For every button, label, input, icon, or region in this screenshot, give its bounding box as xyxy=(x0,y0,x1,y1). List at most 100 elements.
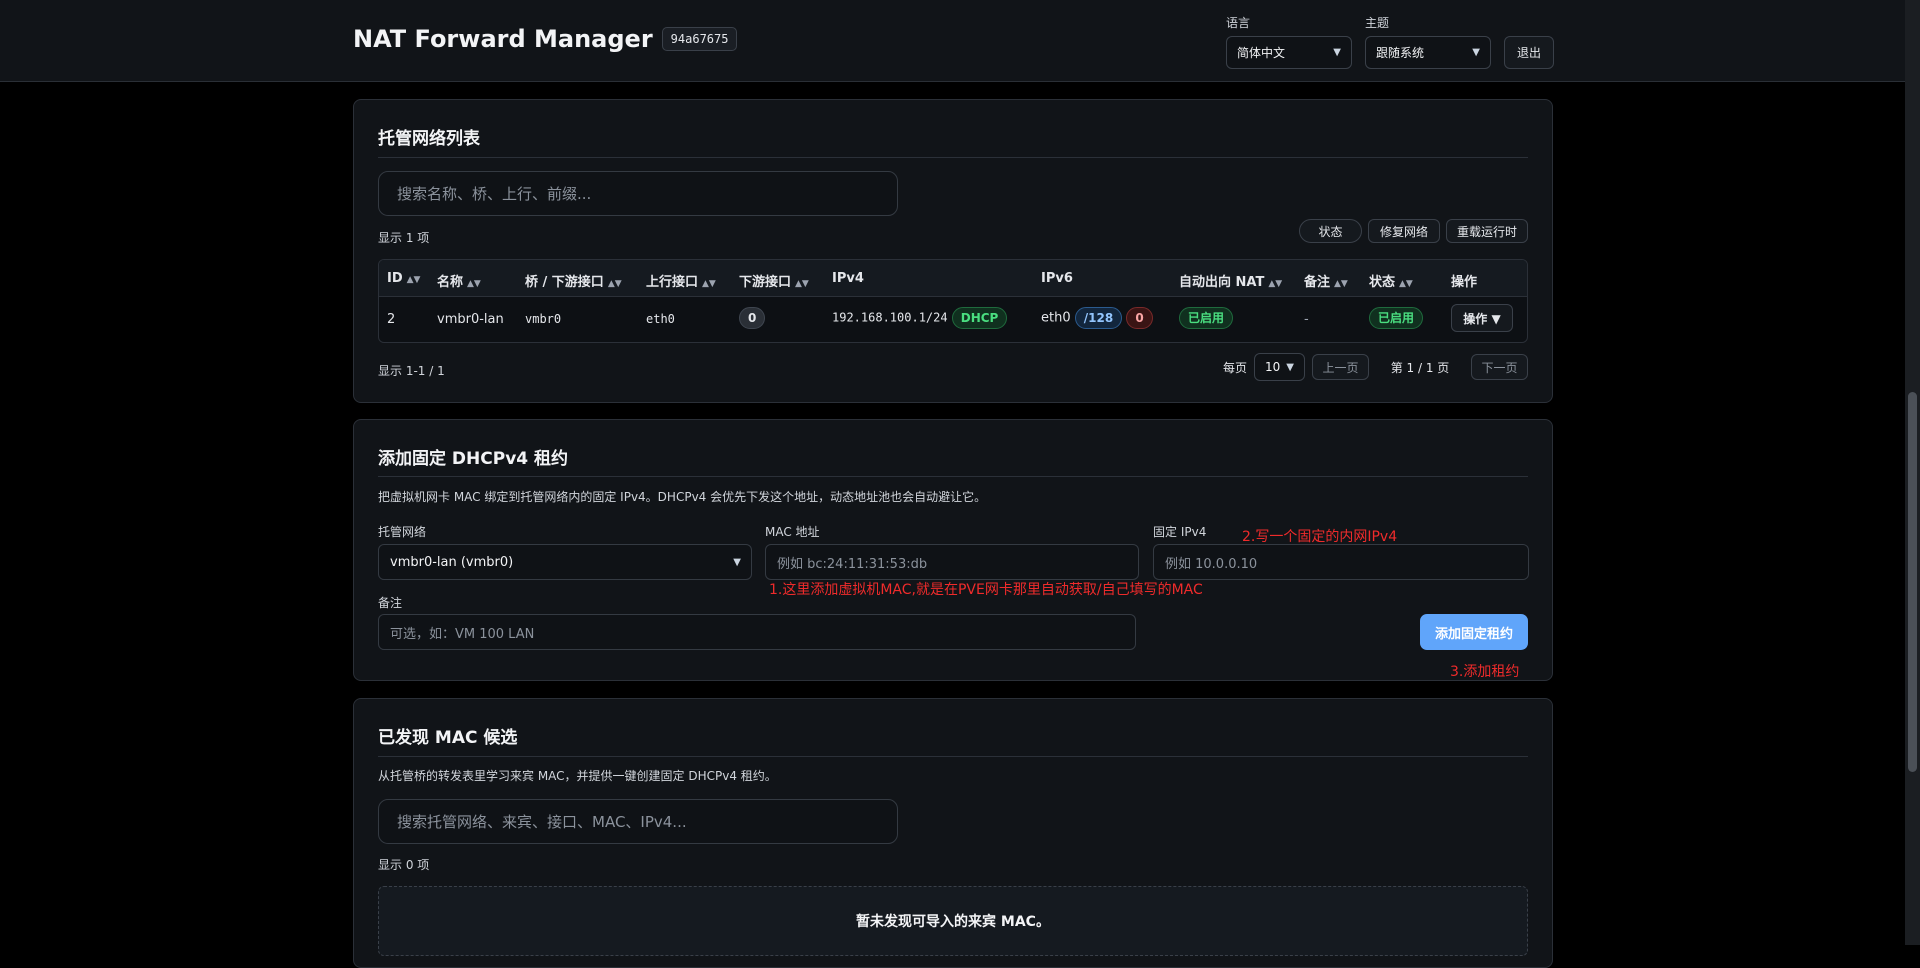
top-bar: NAT Forward Manager 94a67675 语言 简体中文 ▼ 主… xyxy=(0,0,1905,82)
status-badge: 已启用 xyxy=(1369,307,1424,329)
col-name[interactable]: 名称 ▲▼ xyxy=(437,271,481,290)
language-select[interactable]: 简体中文 ▼ xyxy=(1226,36,1352,69)
networks-actions: 状态 修复网络 重载运行时 xyxy=(1299,219,1528,243)
cell-status: 已启用 xyxy=(1369,307,1424,329)
col-bridge[interactable]: 桥 / 下游接口 ▲▼ xyxy=(525,271,622,290)
page-indicator: 第 1 / 1 页 xyxy=(1390,360,1450,375)
network-select[interactable]: vmbr0-lan (vmbr0) ▼ xyxy=(378,544,752,580)
per-page-label: 每页 xyxy=(1222,360,1247,375)
lease-title: 添加固定 DHCPv4 租约 xyxy=(378,449,569,469)
theme-select[interactable]: 跟随系统 ▼ xyxy=(1365,36,1491,69)
repair-network-button[interactable]: 修复网络 xyxy=(1368,219,1440,243)
language-value: 简体中文 xyxy=(1237,46,1286,60)
divider xyxy=(378,476,1528,477)
mac-card: 已发现 MAC 候选 从托管桥的转发表里学习来宾 MAC，并提供一键创建固定 D… xyxy=(353,698,1553,968)
cell-ipv4: 192.168.100.1/24 DHCP xyxy=(832,307,1008,329)
prev-page-button[interactable]: 上一页 xyxy=(1312,354,1369,380)
network-label: 托管网络 xyxy=(378,525,427,539)
range-text: 显示 1-1 / 1 xyxy=(378,364,445,378)
sort-icon: ▲▼ xyxy=(1399,279,1413,289)
language-label: 语言 xyxy=(1226,16,1251,30)
network-value: vmbr0-lan (vmbr0) xyxy=(390,554,514,570)
theme-group: 主题 跟随系统 ▼ xyxy=(1365,14,1491,69)
next-page-button[interactable]: 下一页 xyxy=(1471,354,1528,380)
col-uplink[interactable]: 上行接口 ▲▼ xyxy=(646,271,716,290)
col-actions: 操作 xyxy=(1451,275,1478,290)
dhcp-badge: DHCP xyxy=(951,307,1008,329)
ip-label: 固定 IPv4 xyxy=(1153,525,1207,539)
col-id[interactable]: ID ▲▼ xyxy=(387,271,420,286)
chevron-down-icon: ▼ xyxy=(1286,361,1294,373)
ipv6-count-badge: 0 xyxy=(1126,307,1153,329)
annotation-mac: 1.这里添加虚拟机MAC,就是在PVE网卡那里自动获取/自己填写的MAC xyxy=(769,582,1203,598)
empty-state: 暂未发现可导入的来宾 MAC。 xyxy=(378,886,1528,956)
cell-name: vmbr0-lan xyxy=(437,312,504,327)
cell-note: - xyxy=(1304,312,1309,327)
networks-title: 托管网络列表 xyxy=(378,129,480,149)
cell-bridge: vmbr0 xyxy=(525,312,562,326)
build-badge: 94a67675 xyxy=(661,27,738,51)
note-label: 备注 xyxy=(378,596,403,610)
sort-icon: ▲▼ xyxy=(1268,279,1283,289)
pagination: 每页 10 ▼ 上一页 第 1 / 1 页 下一页 xyxy=(1223,353,1528,381)
per-page-select[interactable]: 10 ▼ xyxy=(1254,353,1305,381)
ipv6-iface: eth0 xyxy=(1041,310,1071,326)
col-status[interactable]: 状态 ▲▼ xyxy=(1369,271,1413,290)
add-lease-button[interactable]: 添加固定租约 xyxy=(1420,614,1528,650)
table-header: ID ▲▼ 名称 ▲▼ 桥 / 下游接口 ▲▼ 上行接口 ▲▼ 下游接口 ▲▼ IPv4 … xyxy=(379,260,1527,297)
mac-input[interactable]: 例如 bc:24:11:31:53:db xyxy=(765,544,1139,580)
col-note[interactable]: 备注 ▲▼ xyxy=(1304,271,1348,290)
app-title: NAT Forward Manager xyxy=(353,25,653,53)
reload-runtime-button[interactable]: 重载运行时 xyxy=(1446,219,1528,243)
ip-input[interactable]: 例如 10.0.0.10 xyxy=(1153,544,1529,580)
cell-auto-nat: 已启用 xyxy=(1179,307,1234,329)
col-ipv4: IPv4 xyxy=(832,271,864,286)
cell-ipv6: eth0 /128 0 xyxy=(1041,307,1153,329)
divider xyxy=(378,157,1528,158)
downstream-count-badge: 0 xyxy=(739,307,766,329)
sort-icon: ▲▼ xyxy=(1334,279,1348,289)
col-auto-nat[interactable]: 自动出向 NAT ▲▼ xyxy=(1179,271,1282,290)
auto-nat-badge: 已启用 xyxy=(1179,307,1234,329)
ipv4-address: 192.168.100.1/24 xyxy=(832,310,948,325)
networks-count: 显示 1 项 xyxy=(378,231,430,245)
mac-title: 已发现 MAC 候选 xyxy=(378,728,518,748)
divider xyxy=(378,756,1528,757)
cell-uplink: eth0 xyxy=(646,312,675,326)
language-group: 语言 简体中文 ▼ xyxy=(1226,14,1352,69)
row-action-button[interactable]: 操作 ▼ xyxy=(1451,304,1513,332)
lease-description: 把虚拟机网卡 MAC 绑定到托管网络内的固定 IPv4。DHCPv4 会优先下发… xyxy=(378,490,987,504)
status-button[interactable]: 状态 xyxy=(1299,219,1362,243)
lease-card: 添加固定 DHCPv4 租约 把虚拟机网卡 MAC 绑定到托管网络内的固定 IP… xyxy=(353,419,1553,681)
annotation-add: 3.添加租约 xyxy=(1450,664,1520,680)
sort-icon: ▲▼ xyxy=(795,279,809,289)
sort-icon: ▲▼ xyxy=(467,279,481,289)
mac-description: 从托管桥的转发表里学习来宾 MAC，并提供一键创建固定 DHCPv4 租约。 xyxy=(378,769,777,783)
networks-table: ID ▲▼ 名称 ▲▼ 桥 / 下游接口 ▲▼ 上行接口 ▲▼ 下游接口 ▲▼ IPv4 … xyxy=(378,259,1528,343)
scrollbar-thumb[interactable] xyxy=(1908,392,1917,772)
col-ipv6: IPv6 xyxy=(1041,271,1073,286)
logout-button[interactable]: 退出 xyxy=(1504,36,1554,69)
cell-downstream: 0 xyxy=(739,307,766,329)
col-downstream[interactable]: 下游接口 ▲▼ xyxy=(739,271,809,290)
brand: NAT Forward Manager 94a67675 xyxy=(353,25,738,53)
mac-count: 显示 0 项 xyxy=(378,858,430,872)
chevron-down-icon: ▼ xyxy=(1472,47,1480,58)
networks-card: 托管网络列表 搜索名称、桥、上行、前缀... 显示 1 项 状态 修复网络 重载… xyxy=(353,99,1553,403)
sort-icon: ▲▼ xyxy=(607,279,622,289)
theme-label: 主题 xyxy=(1365,16,1390,30)
theme-value: 跟随系统 xyxy=(1376,46,1425,60)
annotation-ip: 2.写一个固定的内网IPv4 xyxy=(1242,529,1398,545)
chevron-down-icon: ▼ xyxy=(1333,47,1341,58)
mac-label: MAC 地址 xyxy=(765,525,820,539)
per-page-value: 10 xyxy=(1265,360,1281,374)
note-input[interactable]: 可选，如：VM 100 LAN xyxy=(378,614,1136,650)
networks-search-input[interactable]: 搜索名称、桥、上行、前缀... xyxy=(378,171,898,216)
ipv6-prefix-badge: /128 xyxy=(1074,307,1123,329)
sort-icon: ▲▼ xyxy=(406,275,421,285)
cell-id: 2 xyxy=(387,312,396,327)
sort-icon: ▲▼ xyxy=(702,279,716,289)
chevron-down-icon: ▼ xyxy=(733,556,741,568)
top-controls: 语言 简体中文 ▼ 主题 跟随系统 ▼ 退出 xyxy=(1226,14,1554,69)
mac-search-input[interactable]: 搜索托管网络、来宾、接口、MAC、IPv4... xyxy=(378,799,898,844)
